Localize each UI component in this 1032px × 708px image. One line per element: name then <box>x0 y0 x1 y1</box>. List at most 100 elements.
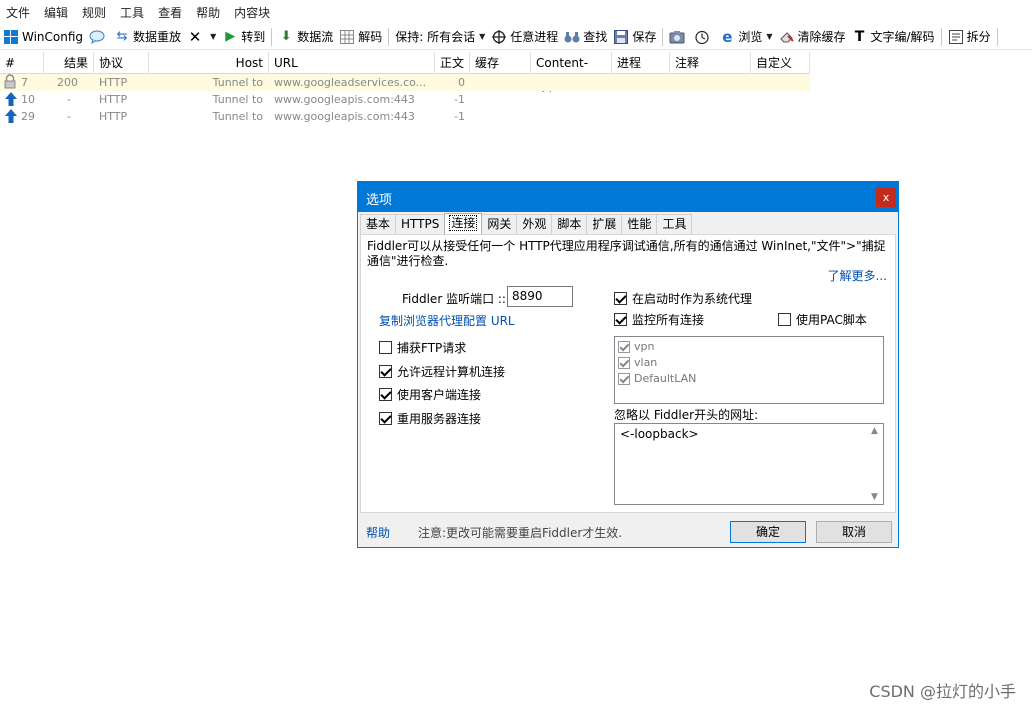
screenshot-button[interactable] <box>666 26 691 48</box>
allow-remote-label: 允许远程计算机连接 <box>397 363 505 380</box>
help-link[interactable]: 帮助 <box>366 524 390 541</box>
table-row[interactable]: 7 200 HTTP Tunnel to www.googleadservice… <box>0 74 810 91</box>
tab-scripting[interactable]: 脚本 <box>551 214 587 234</box>
upload-arrow-icon <box>4 108 20 125</box>
menu-view[interactable]: 查看 <box>158 4 182 21</box>
replay-arrows-icon: ⇆ <box>114 29 130 45</box>
tab-extensions[interactable]: 扩展 <box>586 214 622 234</box>
row-protocol: HTTP <box>99 91 149 108</box>
col-process[interactable]: 进程 <box>612 52 670 74</box>
stream-button[interactable]: ⬇ 数据流 <box>275 26 336 48</box>
comment-button[interactable] <box>86 26 111 48</box>
table-row[interactable]: 29 - HTTP Tunnel to www.googleapis.com:4… <box>0 108 810 125</box>
tab-https[interactable]: HTTPS <box>395 214 445 234</box>
dialog-titlebar[interactable]: 选项 x <box>358 182 898 212</box>
use-pac-checkbox[interactable]: 使用PAC脚本 <box>778 311 867 328</box>
col-caching[interactable]: 缓存 <box>470 52 531 74</box>
eraser-icon <box>779 29 795 45</box>
find-button[interactable]: 查找 <box>561 26 610 48</box>
tab-tools[interactable]: 工具 <box>656 214 692 234</box>
col-id[interactable]: # <box>0 52 44 74</box>
keep-sessions-dropdown[interactable]: 保持: 所有会话 ▼ <box>392 26 488 48</box>
text-encode-button[interactable]: T 文字编/解码 <box>849 26 938 48</box>
port-input[interactable]: 8890 <box>507 286 573 307</box>
checkbox-box <box>379 388 392 401</box>
grid-header: # 结果 协议 Host URL 正文 缓存 Content-Type 进程 注… <box>0 52 810 74</box>
col-host[interactable]: Host <box>149 52 269 74</box>
checkbox-box <box>614 313 627 326</box>
row-host: Tunnel to <box>149 108 263 125</box>
decode-button[interactable]: 解码 <box>336 26 385 48</box>
t-icon: T <box>852 29 868 45</box>
monitor-all-label: 监控所有连接 <box>632 311 704 328</box>
list-item[interactable]: DefaultLAN <box>618 372 696 385</box>
col-content-type[interactable]: Content-Type <box>531 52 612 74</box>
connections-description: Fiddler可以从接受任何一个 HTTP代理应用程序调试通信,所有的通信通过 … <box>367 239 893 269</box>
row-url: www.googleapis.com:443 <box>274 108 434 125</box>
timer-button[interactable] <box>691 26 716 48</box>
tab-gateway[interactable]: 网关 <box>481 214 517 234</box>
menu-file[interactable]: 文件 <box>6 4 30 21</box>
row-body: -1 <box>435 108 465 125</box>
tab-performance[interactable]: 性能 <box>621 214 657 234</box>
reuse-server-checkbox[interactable]: 重用服务器连接 <box>379 410 481 427</box>
col-protocol[interactable]: 协议 <box>94 52 149 74</box>
save-button[interactable]: 保存 <box>610 26 659 48</box>
cancel-button[interactable]: 取消 <box>816 521 892 543</box>
col-comments[interactable]: 注释 <box>670 52 751 74</box>
clear-cache-button[interactable]: 清除缓存 <box>776 26 849 48</box>
tab-appearance[interactable]: 外观 <box>516 214 552 234</box>
col-custom[interactable]: 自定义 <box>751 52 810 74</box>
row-result: - <box>44 108 71 125</box>
monitor-all-checkbox[interactable]: 监控所有连接 <box>614 311 704 328</box>
col-url[interactable]: URL <box>269 52 435 74</box>
watermark: CSDN @拉灯的小手 <box>869 678 1016 702</box>
menu-rules[interactable]: 规则 <box>82 4 106 21</box>
ok-button[interactable]: 确定 <box>730 521 806 543</box>
reuse-client-checkbox[interactable]: 使用客户端连接 <box>379 386 481 403</box>
browse-button[interactable]: e 浏览 ▼ <box>716 26 775 48</box>
split-button[interactable]: 拆分 <box>945 26 994 48</box>
menu-tools[interactable]: 工具 <box>120 4 144 21</box>
any-process-button[interactable]: 任意进程 <box>488 26 561 48</box>
remove-button[interactable]: ✕ ▼ <box>184 26 219 48</box>
options-dialog: 选项 x 基本 HTTPS 连接 网关 外观 脚本 扩展 性能 工具 Fiddl… <box>357 181 899 548</box>
capture-ftp-checkbox[interactable]: 捕获FTP请求 <box>379 339 466 356</box>
tab-general[interactable]: 基本 <box>360 214 396 234</box>
row-id: 7 <box>21 74 43 91</box>
close-button[interactable]: x <box>876 188 896 207</box>
menu-edit[interactable]: 编辑 <box>44 4 68 21</box>
reuse-server-label: 重用服务器连接 <box>397 410 481 427</box>
winconfig-label: WinConfig <box>22 30 83 44</box>
connection-label: vpn <box>634 340 654 353</box>
port-label: Fiddler 监听端口 :: <box>402 290 506 307</box>
chevron-down-icon: ▼ <box>766 32 772 41</box>
scrollbar[interactable]: ▲ ▼ <box>867 424 883 504</box>
table-row[interactable]: 10 - HTTP Tunnel to www.googleapis.com:4… <box>0 91 810 108</box>
green-arrow-icon: ▶ <box>222 29 238 45</box>
winconfig-button[interactable]: WinConfig <box>0 26 86 48</box>
dialog-title: 选项 <box>366 189 392 208</box>
text-encode-label: 文字编/解码 <box>871 28 935 45</box>
list-item[interactable]: vlan <box>618 356 657 369</box>
row-result: - <box>44 91 71 108</box>
menu-content-block[interactable]: 内容块 <box>234 4 270 21</box>
allow-remote-checkbox[interactable]: 允许远程计算机连接 <box>379 363 505 380</box>
bypass-textarea[interactable]: <-loopback> ▲ ▼ <box>614 423 884 505</box>
learn-more-link[interactable]: 了解更多... <box>828 267 887 284</box>
col-body[interactable]: 正文 <box>435 52 470 74</box>
menu-help[interactable]: 帮助 <box>196 4 220 21</box>
act-as-proxy-checkbox[interactable]: 在启动时作为系统代理 <box>614 290 752 307</box>
dialog-footer: 帮助 注意:更改可能需要重启Fiddler才生效. 确定 取消 <box>358 515 898 547</box>
save-label: 保存 <box>632 28 656 45</box>
browse-label: 浏览 <box>738 28 762 45</box>
tab-connections[interactable]: 连接 <box>444 213 482 234</box>
copy-proxy-url-link[interactable]: 复制浏览器代理配置 URL <box>379 312 515 329</box>
row-body: 0 <box>435 74 465 91</box>
goto-button[interactable]: ▶ 转到 <box>219 26 268 48</box>
list-item[interactable]: vpn <box>618 340 654 353</box>
replay-button[interactable]: ⇆ 数据重放 <box>111 26 184 48</box>
stream-label: 数据流 <box>297 28 333 45</box>
col-result[interactable]: 结果 <box>44 52 94 74</box>
connections-panel: Fiddler可以从接受任何一个 HTTP代理应用程序调试通信,所有的通信通过 … <box>360 234 896 513</box>
